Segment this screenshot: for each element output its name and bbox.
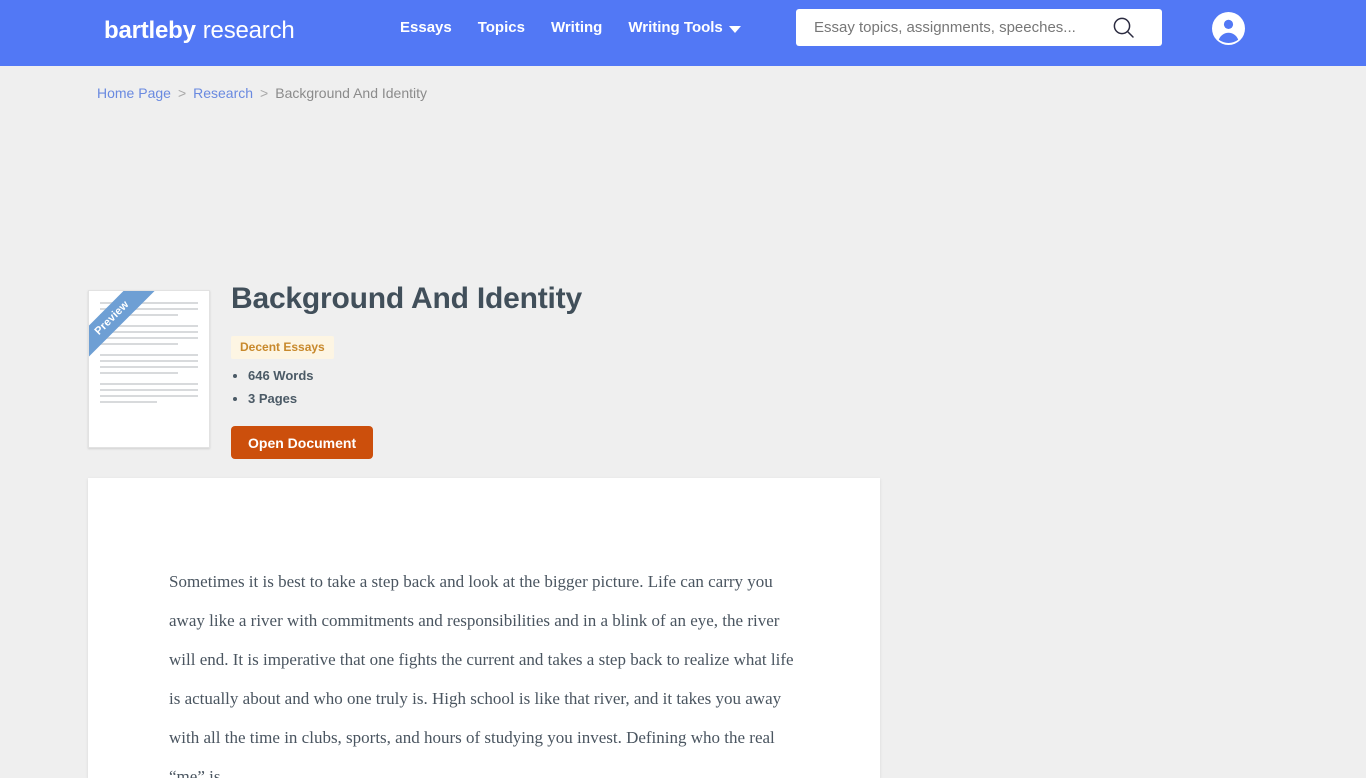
search-icon	[1113, 17, 1134, 38]
status-badge: Decent Essays	[231, 336, 334, 359]
thumbnail-line	[100, 360, 198, 362]
breadcrumb-item-current: Background And Identity	[275, 85, 428, 101]
nav-item-essays[interactable]: Essays	[400, 19, 452, 36]
nav-item-writing[interactable]: Writing	[551, 19, 602, 36]
main-navigation: Essays Topics Writing Writing Tools	[400, 19, 741, 36]
account-button[interactable]	[1212, 12, 1245, 45]
logo-research: research	[202, 17, 295, 44]
logo-bartleby: bartleby	[104, 17, 196, 44]
essay-content-card: Sometimes it is best to take a step back…	[88, 478, 880, 778]
breadcrumb: Home Page > Research > Background And Id…	[97, 85, 427, 101]
essay-body-text: Sometimes it is best to take a step back…	[169, 572, 794, 778]
meta-word-count: 646 Words	[248, 364, 314, 387]
thumbnail-line	[100, 337, 198, 339]
thumbnail-line	[100, 366, 198, 368]
breadcrumb-separator: >	[177, 85, 187, 101]
nav-item-topics[interactable]: Topics	[478, 19, 525, 36]
thumbnail-line	[100, 372, 179, 374]
search-button[interactable]	[1102, 9, 1146, 46]
breadcrumb-separator: >	[260, 85, 269, 101]
ad-slot	[88, 120, 880, 270]
site-header: bartleby research Essays Topics Writing W…	[0, 0, 1366, 66]
document-meta-list: 646 Words 3 Pages	[231, 364, 314, 410]
thumbnail-line	[100, 383, 198, 385]
meta-page-count: 3 Pages	[248, 387, 314, 410]
thumbnail-line	[100, 395, 198, 397]
chevron-down-icon[interactable]	[728, 26, 741, 33]
search-input[interactable]	[812, 12, 1102, 43]
page-title: Background And Identity	[231, 282, 582, 315]
thumbnail-line	[100, 401, 157, 403]
thumbnail-line	[100, 343, 179, 345]
thumbnail-line	[100, 331, 198, 333]
site-logo[interactable]: bartleby research	[104, 17, 295, 45]
search-bar	[796, 9, 1162, 46]
document-preview-thumbnail[interactable]: Preview	[88, 290, 210, 448]
breadcrumb-item-home-page[interactable]: Home Page	[97, 85, 171, 101]
open-document-button[interactable]: Open Document	[231, 426, 374, 459]
thumbnail-line	[100, 389, 198, 391]
thumbnail-line	[100, 354, 198, 356]
breadcrumb-item-research[interactable]: Research	[193, 85, 253, 101]
account-circle-icon	[1212, 12, 1245, 45]
nav-item-writing-tools[interactable]: Writing Tools	[628, 19, 722, 36]
